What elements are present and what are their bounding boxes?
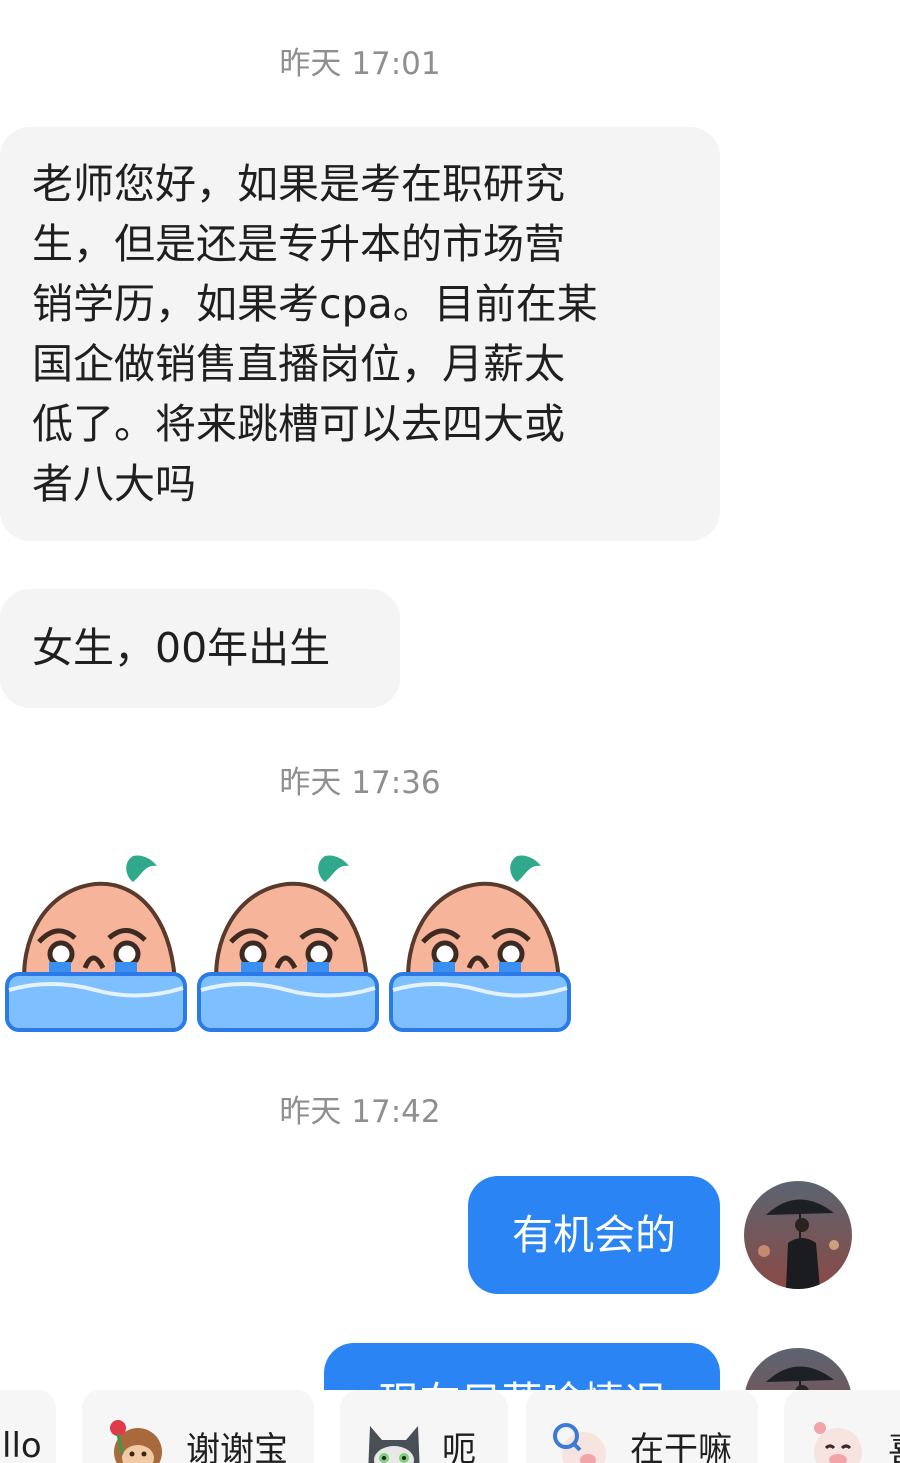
pig-magnifier-icon [553, 1423, 606, 1463]
crying-peach-sticker[interactable] [5, 850, 187, 1032]
quick-reply-chip[interactable]: llo [0, 1390, 56, 1463]
quick-reply-label: 呃 [442, 1429, 476, 1463]
message-text: 有机会的 [512, 1211, 676, 1259]
quick-reply-label: 在干嘛 [630, 1429, 732, 1463]
crying-peach-sticker[interactable] [389, 850, 571, 1032]
quick-reply-chip[interactable]: 在干嘛 [526, 1390, 758, 1463]
pig-happy-icon [814, 1422, 862, 1463]
quick-reply-chip[interactable]: 谢谢宝 [82, 1390, 314, 1463]
message-line: 销学历，如果考cpa。目前在某 [32, 280, 598, 328]
quick-reply-label: 谢谢宝 [186, 1429, 288, 1463]
monkey-flower-icon [110, 1420, 162, 1463]
message-line: 生，但是还是专升本的市场营 [32, 220, 565, 268]
message-line: 老师您好，如果是考在职研究 [32, 160, 565, 208]
incoming-message-bubble[interactable]: 女生，00年出生 [0, 589, 400, 708]
chat-view[interactable]: 昨天 17:01 老师您好，如果是考在职研究 生，但是还是专升本的市场营 销学历… [0, 0, 900, 1463]
incoming-message-bubble[interactable]: 老师您好，如果是考在职研究 生，但是还是专升本的市场营 销学历，如果考cpa。目… [0, 127, 720, 541]
outgoing-message-bubble[interactable]: 有机会的 [468, 1176, 720, 1294]
quick-reply-label: 喜 [888, 1422, 900, 1463]
crying-peach-sticker[interactable] [197, 850, 379, 1032]
message-line: 国企做销售直播岗位，月薪太 [32, 340, 565, 388]
sticker-art [5, 855, 187, 1032]
avatar[interactable] [744, 1181, 852, 1289]
quick-reply-chip[interactable]: 呃 [340, 1390, 508, 1463]
quick-reply-bar: llo 谢谢宝 呃 在干嘛 [0, 1390, 900, 1463]
grey-cat-icon [368, 1426, 420, 1463]
quick-reply-chip[interactable]: 喜 [784, 1390, 900, 1463]
sticker-art [197, 855, 379, 1032]
timestamp: 昨天 17:01 [279, 46, 441, 82]
message-text: 女生，00年出生 [32, 624, 331, 672]
message-line: 低了。将来跳槽可以去四大或 [32, 400, 565, 448]
sticker-art [389, 855, 571, 1032]
timestamp: 昨天 17:36 [279, 765, 441, 801]
timestamp: 昨天 17:42 [279, 1094, 441, 1130]
message-line: 者八大吗 [32, 460, 196, 508]
quick-reply-label: llo [2, 1426, 42, 1463]
